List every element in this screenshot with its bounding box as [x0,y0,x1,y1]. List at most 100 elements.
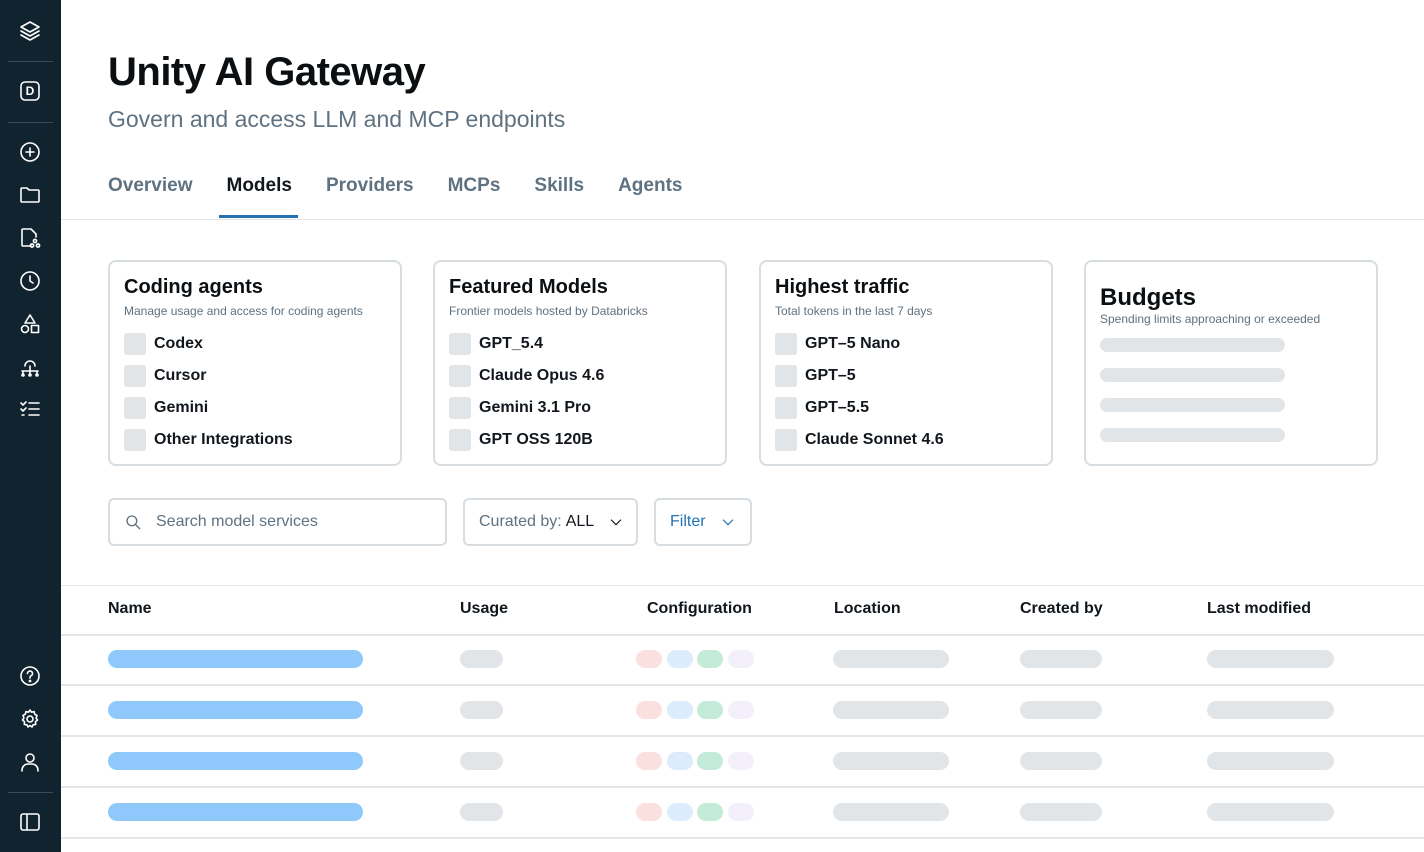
item-label: Claude Opus 4.6 [479,367,605,384]
file-share-icon[interactable] [16,224,44,252]
config-chip [636,803,662,821]
filter-label: Filter [670,513,706,530]
item-label: GPT_5.4 [479,335,544,352]
list-item[interactable]: Gemini 3.1 Pro [449,396,591,420]
sidebar: D [0,0,61,852]
column-header-location[interactable]: Location [834,600,901,618]
item-label: Other Integrations [154,431,293,448]
list-item[interactable]: Claude Sonnet 4.6 [775,428,944,452]
history-icon[interactable] [16,267,44,295]
card-subtitle: Frontier models hosted by Databricks [449,304,648,318]
search-box [108,498,447,546]
usage-skeleton [460,701,503,719]
list-item[interactable]: Other Integrations [124,428,293,452]
created-by-skeleton [1020,701,1102,719]
folder-icon[interactable] [16,181,44,209]
created-by-skeleton [1020,752,1102,770]
list-item[interactable]: Claude Opus 4.6 [449,364,604,388]
user-icon[interactable] [16,748,44,776]
budgets-card: Budgets Spending limits approaching or e… [1084,260,1378,466]
item-icon [124,429,146,451]
tab-agents[interactable]: Agents [618,172,682,220]
settings-icon[interactable] [16,705,44,733]
panel-toggle-icon[interactable] [16,808,44,836]
page-title: Unity AI Gateway [108,50,426,94]
config-chip [697,650,723,668]
tab-bar: Overview Models Providers MCPs Skills Ag… [108,172,716,220]
last-modified-skeleton [1207,752,1334,770]
name-skeleton [108,650,363,668]
shapes-icon[interactable] [16,310,44,338]
item-label: Gemini [154,399,209,416]
item-icon [449,365,471,387]
config-chip [697,752,723,770]
config-chip [728,701,754,719]
list-item[interactable]: GPT–5 Nano [775,332,900,356]
list-item[interactable]: GPT_5.4 [449,332,543,356]
config-chip [667,701,693,719]
tabs-divider [61,219,1424,220]
curated-by-label: Curated by: [479,513,562,530]
item-icon [449,429,471,451]
card-subtitle: Spending limits approaching or exceeded [1100,312,1321,326]
column-header-usage[interactable]: Usage [460,600,508,618]
config-chip [636,752,662,770]
column-header-last-modified[interactable]: Last modified [1207,600,1311,618]
list-item[interactable]: Gemini [124,396,208,420]
list-item[interactable]: GPT OSS 120B [449,428,593,452]
config-chip [636,701,662,719]
item-label: Cursor [154,367,207,384]
column-header-created-by[interactable]: Created by [1020,600,1103,618]
item-icon [775,365,797,387]
sidebar-divider [8,122,53,123]
location-skeleton [833,803,949,821]
workspace-icon[interactable]: D [16,77,44,105]
config-chip [667,803,693,821]
add-icon[interactable] [16,138,44,166]
curated-by-dropdown[interactable]: Curated by: ALL [463,498,638,546]
table-top-border [61,585,1424,586]
config-chip [728,752,754,770]
list-item[interactable]: GPT–5 [775,364,856,388]
location-skeleton [833,650,949,668]
hierarchy-icon[interactable] [16,353,44,381]
item-label: Codex [154,335,203,352]
tab-mcps[interactable]: MCPs [448,172,501,220]
search-input[interactable] [156,513,416,531]
last-modified-skeleton [1207,803,1334,821]
help-icon[interactable] [16,662,44,690]
item-icon [124,333,146,355]
list-item[interactable]: Codex [124,332,203,356]
layers-logo-icon[interactable] [16,17,44,45]
column-header-name[interactable]: Name [108,600,152,618]
row-divider [61,837,1424,839]
item-icon [775,397,797,419]
item-label: GPT–5.5 [805,399,870,416]
config-chip [636,650,662,668]
item-label: GPT–5 [805,367,856,384]
tab-overview[interactable]: Overview [108,172,193,220]
sidebar-divider [8,792,53,793]
tab-models[interactable]: Models [218,172,299,220]
name-skeleton [108,752,363,770]
filter-dropdown[interactable]: Filter [654,498,752,546]
item-icon [449,333,471,355]
skeleton-line [1100,368,1285,382]
list-item[interactable]: GPT–5.5 [775,396,869,420]
tab-skills[interactable]: Skills [534,172,584,220]
checklist-icon[interactable] [16,395,44,423]
card-title: Budgets [1100,284,1196,311]
card-title: Highest traffic [775,276,910,298]
last-modified-skeleton [1207,701,1334,719]
column-header-configuration[interactable]: Configuration [647,600,752,618]
item-icon [124,397,146,419]
card-title: Coding agents [124,276,263,298]
list-item[interactable]: Cursor [124,364,206,388]
created-by-skeleton [1020,803,1102,821]
tab-providers[interactable]: Providers [326,172,414,220]
coding-agents-card: Coding agents Manage usage and access fo… [108,260,402,466]
location-skeleton [833,752,949,770]
created-by-skeleton [1020,650,1102,668]
card-subtitle: Manage usage and access for coding agent… [124,304,363,318]
curated-by-value: ALL [565,513,595,530]
